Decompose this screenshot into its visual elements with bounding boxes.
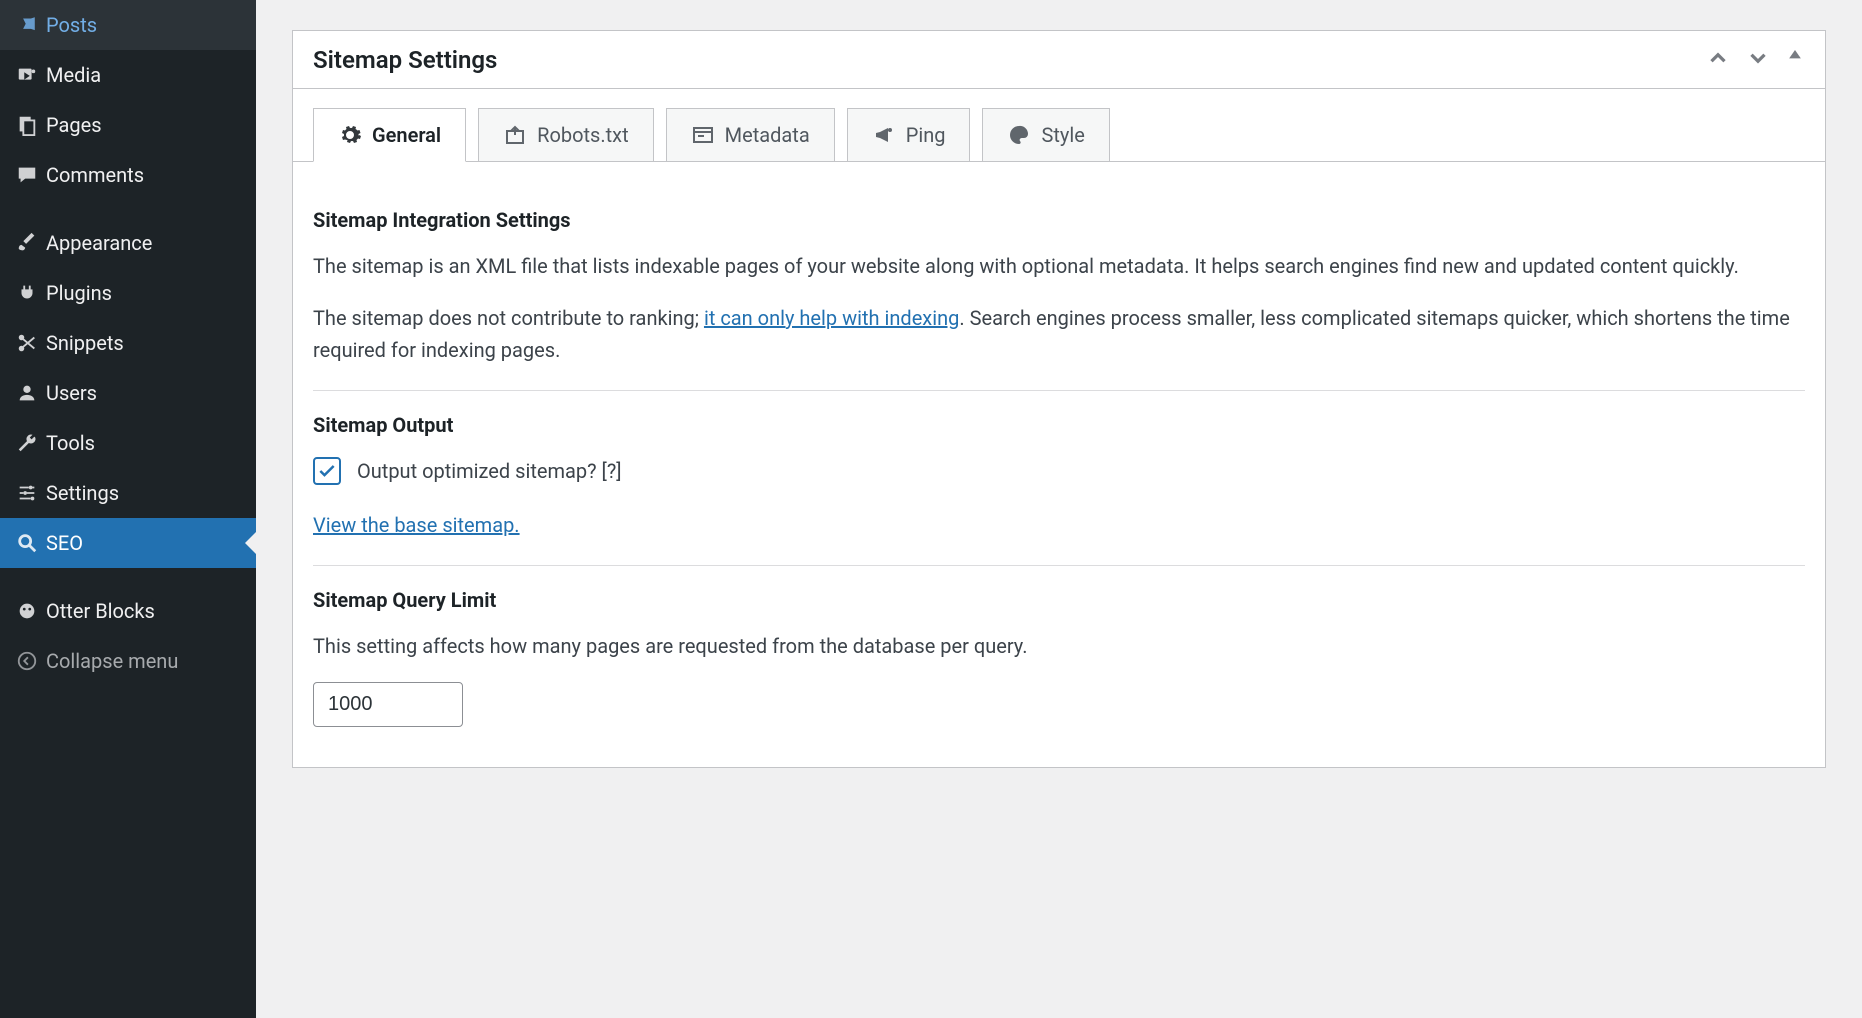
query-limit-description: This setting affects how many pages are … (313, 630, 1805, 662)
sidebar-item-label: Settings (46, 481, 119, 505)
triangle-up-icon[interactable] (1785, 45, 1805, 74)
sidebar-item-snippets[interactable]: Snippets (0, 318, 256, 368)
collapse-icon (16, 650, 46, 672)
brush-icon (16, 232, 46, 254)
tab-label: General (372, 123, 441, 147)
tab-label: Style (1041, 123, 1084, 147)
sidebar-item-label: SEO (46, 531, 83, 555)
tab-metadata[interactable]: Metadata (666, 108, 835, 162)
tab-label: Ping (906, 123, 946, 147)
admin-sidebar: Posts Media Pages Comments Appearance Pl… (0, 0, 256, 1018)
plug-icon (16, 282, 46, 304)
sidebar-item-label: Pages (46, 113, 102, 137)
sidebar-item-comments[interactable]: Comments (0, 150, 256, 200)
sidebar-item-pages[interactable]: Pages (0, 100, 256, 150)
chevron-up-icon[interactable] (1705, 45, 1731, 74)
sidebar-collapse[interactable]: Collapse menu (0, 636, 256, 686)
menu-separator (0, 568, 256, 586)
main-content: Sitemap Settings General Robots.txt Meta… (256, 0, 1862, 1018)
tab-style[interactable]: Style (982, 108, 1109, 162)
otter-icon (16, 600, 46, 622)
checkbox-label: Output optimized sitemap? [?] (357, 455, 622, 487)
chevron-down-icon[interactable] (1745, 45, 1771, 74)
integration-description-2: The sitemap does not contribute to ranki… (313, 302, 1805, 366)
tab-bar: General Robots.txt Metadata Ping Style (293, 89, 1825, 162)
sitemap-settings-panel: Sitemap Settings General Robots.txt Meta… (292, 30, 1826, 768)
comment-icon (16, 164, 46, 186)
output-optimized-row: Output optimized sitemap? [?] (313, 455, 1805, 487)
indexing-help-link[interactable]: it can only help with indexing (704, 306, 959, 330)
sidebar-item-tools[interactable]: Tools (0, 418, 256, 468)
sidebar-item-label: Users (46, 381, 97, 405)
gear-icon (338, 123, 362, 147)
pages-icon (16, 114, 46, 136)
sidebar-item-media[interactable]: Media (0, 50, 256, 100)
search-icon (16, 532, 46, 554)
sidebar-item-users[interactable]: Users (0, 368, 256, 418)
wrench-icon (16, 432, 46, 454)
integration-description-1: The sitemap is an XML file that lists in… (313, 250, 1805, 282)
sidebar-item-label: Media (46, 63, 101, 87)
sidebar-item-label: Snippets (46, 331, 124, 355)
sidebar-item-settings[interactable]: Settings (0, 468, 256, 518)
sidebar-item-seo[interactable]: SEO (0, 518, 256, 568)
tab-label: Metadata (725, 123, 810, 147)
sidebar-item-label: Collapse menu (46, 649, 178, 673)
section-heading-integration: Sitemap Integration Settings (313, 204, 1805, 236)
tab-label: Robots.txt (537, 123, 629, 147)
tab-ping[interactable]: Ping (847, 108, 971, 162)
panel-body: Sitemap Integration Settings The sitemap… (293, 162, 1825, 767)
panel-controls (1705, 45, 1805, 74)
sidebar-item-label: Comments (46, 163, 144, 187)
share-icon (503, 123, 527, 147)
media-icon (16, 64, 46, 86)
view-base-sitemap-link[interactable]: View the base sitemap. (313, 513, 520, 537)
palette-icon (1007, 123, 1031, 147)
tab-robots[interactable]: Robots.txt (478, 108, 654, 162)
megaphone-icon (872, 123, 896, 147)
sidebar-item-label: Otter Blocks (46, 599, 155, 623)
divider (313, 390, 1805, 391)
section-heading-output: Sitemap Output (313, 409, 1805, 441)
divider (313, 565, 1805, 566)
panel-header: Sitemap Settings (293, 31, 1825, 89)
sidebar-item-label: Appearance (46, 231, 152, 255)
tab-general[interactable]: General (313, 108, 466, 162)
sidebar-item-posts[interactable]: Posts (0, 0, 256, 50)
sidebar-item-plugins[interactable]: Plugins (0, 268, 256, 318)
pin-icon (16, 14, 46, 36)
output-optimized-checkbox[interactable] (313, 457, 341, 485)
menu-separator (0, 200, 256, 218)
user-icon (16, 382, 46, 404)
sidebar-item-label: Tools (46, 431, 95, 455)
sidebar-item-label: Posts (46, 13, 97, 37)
sidebar-item-appearance[interactable]: Appearance (0, 218, 256, 268)
metadata-icon (691, 123, 715, 147)
sliders-icon (16, 482, 46, 504)
sidebar-item-otter-blocks[interactable]: Otter Blocks (0, 586, 256, 636)
panel-title: Sitemap Settings (313, 46, 497, 74)
section-heading-query-limit: Sitemap Query Limit (313, 584, 1805, 616)
sidebar-item-label: Plugins (46, 281, 112, 305)
scissors-icon (16, 332, 46, 354)
query-limit-input[interactable] (313, 682, 463, 727)
